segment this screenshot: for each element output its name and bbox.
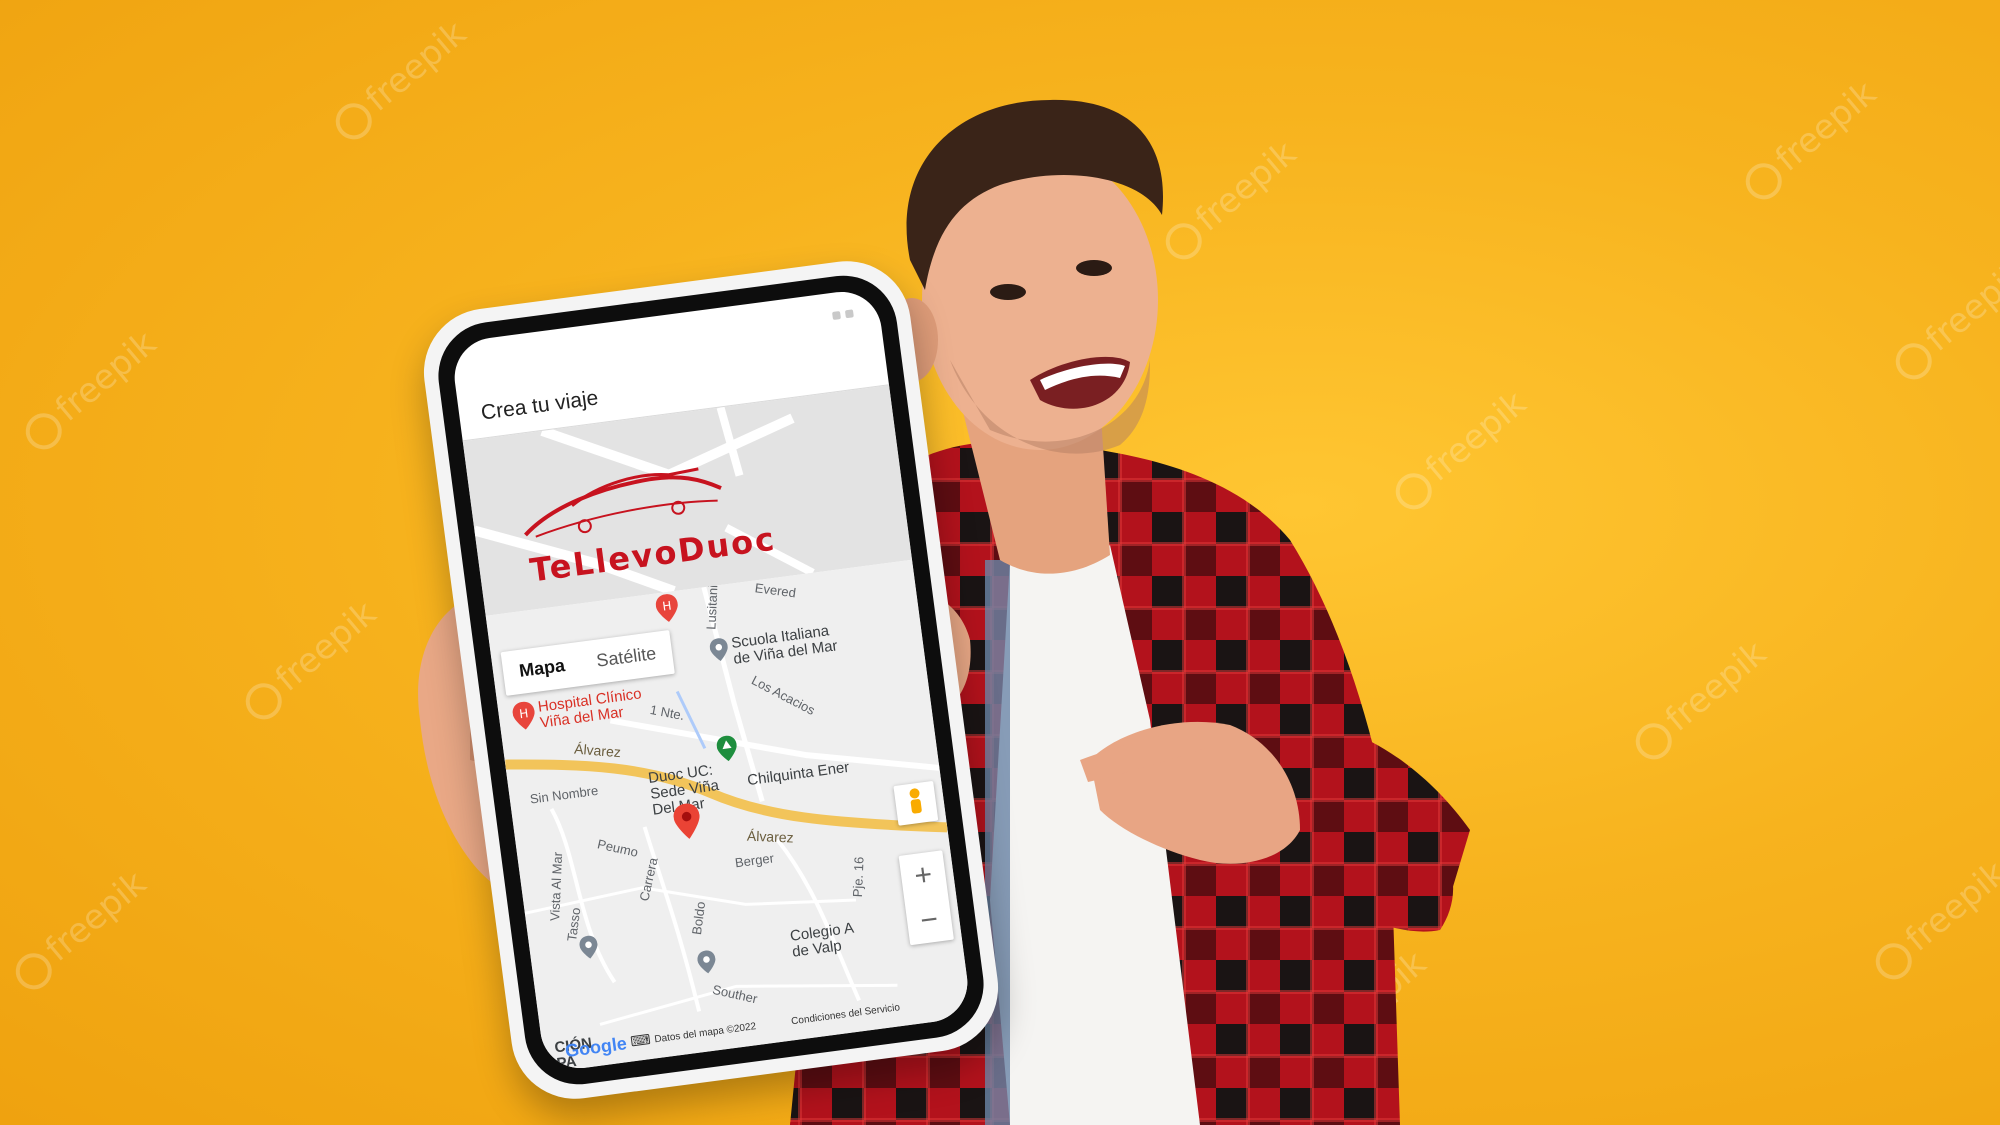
street-label: Vista Al Mar [547,851,566,922]
location-pin-icon[interactable] [672,802,703,846]
status-bar-icons [826,304,854,325]
street-label-alvarez: Álvarez [746,827,794,846]
zoom-out-button[interactable]: − [904,895,953,945]
page-title: Crea tu viaje [479,386,600,425]
park-icon[interactable] [715,734,739,767]
school-icon[interactable] [696,949,718,980]
photo-background: freepik freepik freepik freepik freepik … [0,0,2000,1125]
smartphone: Crea tu viaje TeLlevoDuoc Mapa Satélite … [416,253,1006,1107]
hospital-icon[interactable]: H [655,593,681,629]
svg-text:H: H [662,599,673,614]
svg-text:H: H [518,706,529,721]
school-icon[interactable] [578,934,600,965]
street-view-pegman-icon[interactable] [893,780,939,826]
map-view[interactable]: Mapa Satélite H H Hospital Clínico Viña d… [485,559,973,1073]
man-pointing-illustration [418,99,1470,1125]
zoom-in-button[interactable]: + [899,850,948,900]
street-label: Pje. 16 [849,856,867,898]
keyboard-shortcuts-icon[interactable]: ⌨ [629,1031,651,1050]
school-icon[interactable] [709,637,731,668]
hospital-icon[interactable]: H [511,700,537,736]
